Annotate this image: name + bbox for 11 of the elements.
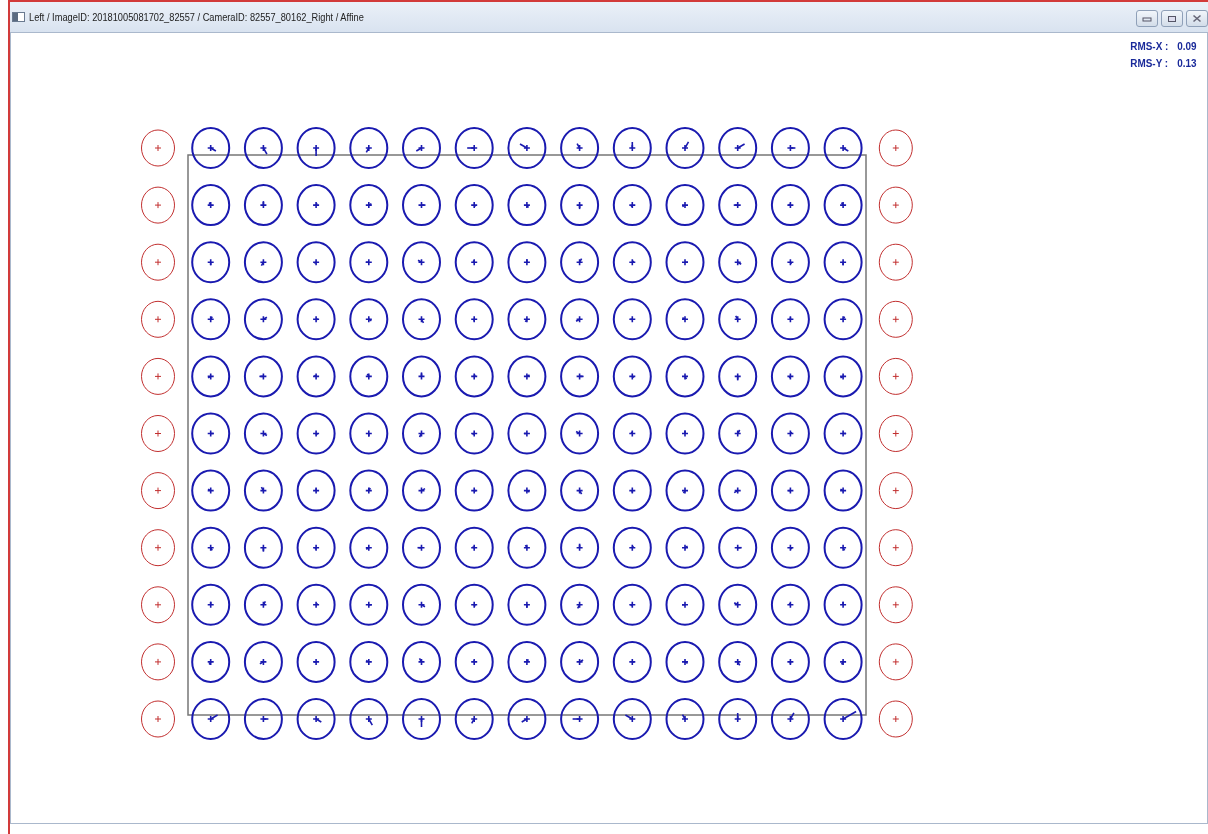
maximize-icon (1167, 14, 1177, 23)
close-icon (1192, 14, 1202, 23)
window-title: Left / ImageID: 20181005081702_82557 / CameraID: 82557_80162_Right / Affine (29, 11, 364, 23)
rms-value: 0.09 (1177, 39, 1197, 54)
maximize-button[interactable] (1161, 10, 1183, 27)
window-icon (12, 12, 25, 22)
minimize-icon (1142, 15, 1152, 22)
rms-value: 0.13 (1177, 56, 1197, 71)
rms-label: RMS-X : (1130, 39, 1169, 54)
rms-label: RMS-Y : (1130, 56, 1169, 71)
close-button[interactable] (1186, 10, 1208, 27)
